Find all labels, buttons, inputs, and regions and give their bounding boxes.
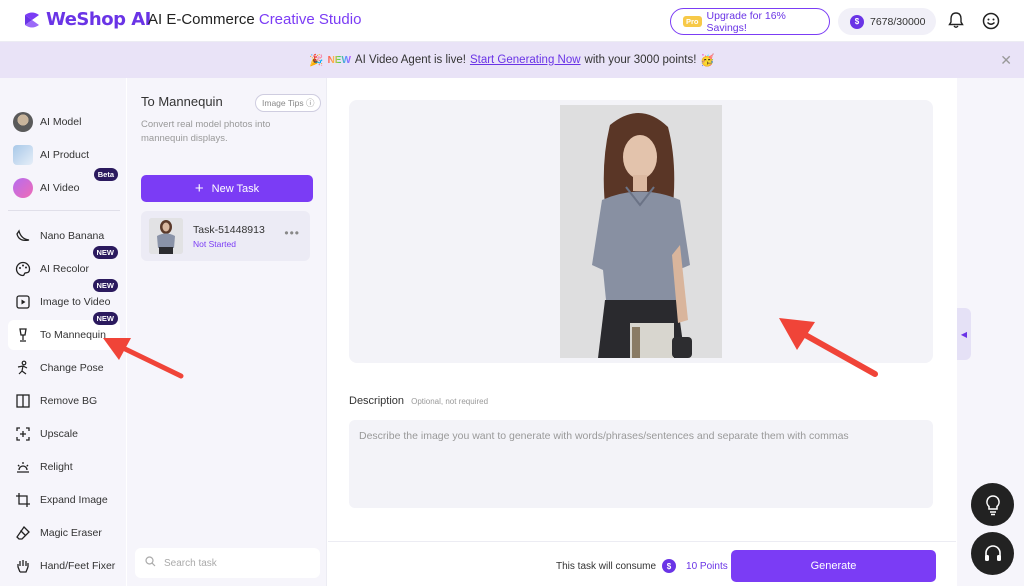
studio-title-main: AI E-Commerce (148, 11, 255, 28)
search-placeholder: Search task (164, 557, 217, 569)
start-generating-link[interactable]: Start Generating Now (470, 54, 581, 66)
panel-description: Convert real model photos into mannequin… (141, 119, 271, 144)
sidebar-item-label: Magic Eraser (40, 527, 102, 539)
logo-text: WeShop AI (46, 9, 151, 30)
support-headset-icon[interactable] (971, 532, 1014, 575)
sidebar-item-ai-model[interactable]: AI Model (8, 107, 120, 137)
new-task-label: New Task (211, 182, 260, 195)
banner-text-before: AI Video Agent is live! (354, 54, 466, 66)
studio-title-accent: Creative Studio (258, 11, 362, 28)
close-icon[interactable]: ✕ (1000, 52, 1012, 69)
ai-model-avatar (12, 111, 34, 133)
generate-button[interactable]: Generate (731, 550, 936, 582)
panel-title: To Mannequin (141, 94, 223, 109)
annotation-arrow-image (779, 318, 878, 377)
sidebar-item-magic-eraser[interactable]: Magic Eraser (8, 518, 120, 548)
help-icon: ⓘ (305, 98, 315, 108)
collapse-panel-icon[interactable]: ◀ (957, 308, 971, 360)
relight-icon (12, 456, 34, 478)
ai-video-icon (12, 177, 34, 199)
search-task-input[interactable]: Search task (135, 548, 320, 578)
search-icon (145, 556, 156, 570)
description-label-text: Description (349, 395, 405, 407)
sidebar-item-label: AI Model (40, 116, 82, 128)
new-badge: NEW (92, 279, 118, 292)
bell-icon[interactable] (948, 12, 964, 34)
sidebar-item-label: AI Product (40, 149, 90, 161)
description-input[interactable] (349, 420, 933, 508)
sidebar-item-label: Expand Image (40, 494, 108, 506)
coin-icon: $ (850, 14, 864, 29)
more-icon[interactable]: ••• (284, 226, 300, 240)
weshop-logo-icon (25, 12, 39, 27)
new-badge: NEW (92, 312, 118, 325)
pose-icon (12, 357, 34, 379)
image-tips-label: Image Tips (262, 98, 304, 108)
new-task-button[interactable]: + New Task (141, 175, 313, 202)
sidebar-item-ai-product[interactable]: AI Product (8, 140, 120, 170)
top-header: WeShop AI AI E-Commerce Creative Studio … (0, 0, 1024, 42)
consume-text: This task will consume (556, 560, 657, 572)
sidebar-item-label: Relight (40, 461, 73, 473)
eraser-icon (12, 522, 34, 544)
footer-bar: This task will consume $ 10 Points Gener… (328, 541, 956, 586)
ai-product-avatar (12, 144, 34, 166)
expand-icon (12, 489, 34, 511)
task-thumbnail (149, 218, 183, 254)
mannequin-icon (12, 324, 34, 346)
sidebar-item-label: Hand/Feet Fixer (40, 560, 116, 572)
description-hint: Optional, not required (411, 397, 489, 406)
weshop-logo[interactable]: WeShop AI (22, 9, 151, 30)
beta-badge: Beta (93, 168, 118, 181)
consume-info: This task will consume $ 10 Points (556, 559, 728, 573)
upgrade-button[interactable]: Pro Upgrade for 16% Savings! (670, 8, 830, 35)
video-icon (12, 291, 34, 313)
sidebar-item-label: Image to Video (40, 296, 111, 308)
smile-icon[interactable] (982, 12, 1000, 35)
studio-title: AI E-Commerce Creative Studio (148, 11, 361, 28)
sidebar-item-ai-video[interactable]: AI Video Beta (8, 168, 120, 203)
lightbulb-icon[interactable] (971, 483, 1014, 526)
upscale-icon (12, 423, 34, 445)
sidebar-item-label: Nano Banana (40, 230, 105, 242)
sidebar-divider (8, 210, 120, 211)
hand-icon (12, 555, 34, 577)
new-tag: NEW (327, 54, 351, 66)
sidebar-item-hand-feet-fixer[interactable]: Hand/Feet Fixer (8, 551, 120, 581)
plus-icon: + (194, 180, 204, 197)
task-card[interactable]: Task-51448913 Not Started ••• (141, 211, 310, 261)
sidebar-item-label: Remove BG (40, 395, 98, 407)
palette-icon (12, 258, 34, 280)
announcement-banner: 🎉 NEW AI Video Agent is live! Start Gene… (0, 42, 1024, 78)
sidebar-item-label: Upscale (40, 428, 78, 440)
description-label: Description Optional, not required (349, 395, 488, 407)
points-value: 7678/30000 (870, 15, 926, 28)
image-tips-button[interactable]: Image Tips ⓘ (255, 94, 322, 112)
upgrade-label: Upgrade for 16% Savings! (706, 9, 786, 34)
task-status: Not Started (193, 239, 236, 249)
coin-icon: $ (662, 559, 677, 573)
sidebar-item-label: AI Recolor (40, 263, 90, 275)
sidebar-item-remove-bg[interactable]: Remove BG (8, 386, 120, 416)
celebrate-icon: 🥳 (700, 55, 715, 67)
annotation-arrow-sidebar (103, 338, 184, 379)
consume-points: 10 Points (686, 560, 728, 572)
sidebar-item-relight[interactable]: Relight (8, 452, 120, 482)
points-balance[interactable]: $ 7678/30000 (838, 8, 936, 35)
banana-icon (12, 225, 34, 247)
new-badge: NEW (92, 246, 118, 259)
pro-tag: Pro (683, 16, 702, 27)
sidebar-item-upscale[interactable]: Upscale (8, 419, 120, 449)
sidebar-item-label: AI Video (40, 182, 80, 194)
uploaded-model-photo (560, 105, 722, 358)
sidebar-item-expand-image[interactable]: Expand Image (8, 485, 120, 515)
remove-bg-icon (12, 390, 34, 412)
task-name: Task-51448913 (193, 224, 265, 236)
party-icon: 🎉 (309, 55, 324, 67)
banner-text-after: with your 3000 points! (584, 54, 697, 66)
